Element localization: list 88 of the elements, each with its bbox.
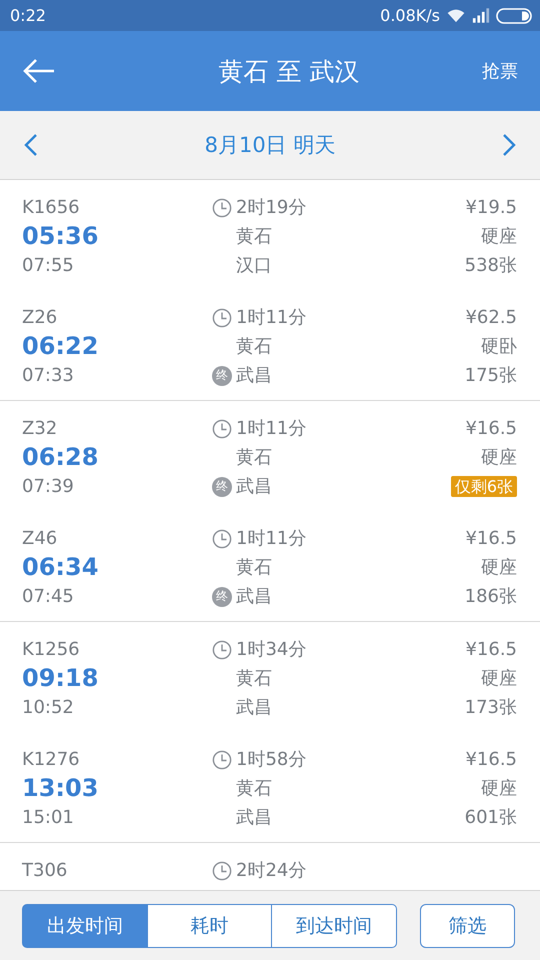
price: ¥16.5 (465, 417, 517, 441)
train-row[interactable]: Z32 06:28 07:39 1时11分 黄石 终 武昌 ¥16.5 硬座 仅剩6张 (0, 401, 540, 511)
duration: 2时19分 (236, 196, 306, 220)
price: ¥16.5 (465, 748, 517, 772)
terminal-badge: 终 (212, 476, 232, 496)
duration: 1时58分 (236, 748, 306, 772)
previous-day-button[interactable] (24, 133, 38, 157)
ticket-count: 173张 (464, 696, 517, 720)
train-row[interactable]: K1256 09:18 10:52 1时34分 黄石 武昌 ¥16.5 硬座 173张 (0, 622, 540, 732)
train-row[interactable]: Z46 06:34 07:45 1时11分 黄石 终 武昌 ¥16.5 硬座 186张 (0, 511, 540, 621)
battery-icon (496, 8, 532, 24)
train-number: Z46 (22, 527, 58, 551)
train-row[interactable]: K1276 13:03 15:01 1时58分 黄石 武昌 ¥16.5 硬座 601张 (0, 732, 540, 842)
origin-station: 黄石 (236, 556, 272, 580)
train-number: Z26 (22, 306, 58, 330)
grab-ticket-button[interactable]: 抢票 (482, 59, 518, 83)
train-number: K1276 (22, 748, 81, 772)
arrival-time: 10:52 (22, 696, 75, 720)
sort-tab[interactable]: 耗时 (146, 904, 272, 948)
departure-time: 06:22 (22, 332, 100, 361)
arrival-time: 07:33 (22, 364, 75, 388)
low-stock-badge: 仅剩6张 (450, 476, 517, 497)
departure-time: 05:36 (22, 222, 100, 251)
destination-station: 武昌 (236, 585, 272, 609)
duration: 1时11分 (236, 306, 306, 330)
next-day-button[interactable] (502, 133, 516, 157)
train-number: K1656 (22, 196, 81, 220)
date-label: 8月10日 明天 (204, 132, 336, 159)
clock-icon (212, 860, 232, 880)
origin-station: 黄石 (236, 777, 272, 801)
seat-type: 硬座 (481, 556, 517, 580)
seat-type: 硬座 (481, 446, 517, 470)
departure-time: 13:03 (22, 774, 100, 803)
seat-type: 硬卧 (481, 335, 517, 359)
ticket-count: 538张 (464, 254, 517, 278)
destination-station: 武昌 (236, 364, 272, 388)
status-time: 0:22 (10, 6, 46, 25)
train-row[interactable]: K1656 05:36 07:55 2时19分 黄石 汉口 ¥19.5 硬座 538张 (0, 180, 540, 290)
price: ¥16.5 (465, 638, 517, 662)
clock-icon (212, 418, 232, 438)
duration: 1时11分 (236, 417, 306, 441)
train-number: K1256 (22, 638, 81, 662)
sort-tab[interactable]: 出发时间 (22, 904, 148, 948)
train-number: Z32 (22, 417, 58, 441)
train-number: T306 (22, 859, 68, 883)
destination-station: 武昌 (236, 696, 272, 720)
clock-icon (212, 198, 232, 218)
ticket-count: 186张 (464, 585, 517, 609)
destination-station: 汉口 (236, 254, 272, 278)
ticket-count: 601张 (464, 806, 517, 830)
clock-icon (212, 640, 232, 660)
departure-time: 06:28 (22, 443, 100, 472)
clock-icon (212, 528, 232, 548)
wifi-icon (446, 8, 466, 23)
clock-icon (212, 750, 232, 770)
filter-button[interactable]: 筛选 (420, 904, 515, 948)
terminal-badge: 终 (212, 586, 232, 606)
clock-icon (212, 308, 232, 328)
seat-type: 硬座 (481, 777, 517, 801)
back-button[interactable] (22, 58, 56, 84)
price: ¥16.5 (465, 527, 517, 551)
train-row[interactable]: Z26 06:22 07:33 1时11分 黄石 终 武昌 ¥62.5 硬卧 175张 (0, 290, 540, 400)
duration: 2时24分 (236, 859, 306, 883)
origin-station: 黄石 (236, 335, 272, 359)
price: ¥62.5 (465, 306, 517, 330)
departure-time: 09:18 (22, 664, 100, 693)
destination-station: 武昌 (236, 475, 272, 499)
seat-type: 硬座 (481, 225, 517, 249)
arrival-time: 15:01 (22, 806, 75, 830)
page-title: 黄石 至 武汉 (218, 56, 360, 88)
duration: 1时34分 (236, 638, 306, 662)
origin-station: 黄石 (236, 225, 272, 249)
origin-station: 黄石 (236, 446, 272, 470)
train-row[interactable]: T306 2时24分 (0, 843, 540, 890)
origin-station: 黄石 (236, 667, 272, 691)
sort-tab[interactable]: 到达时间 (271, 904, 397, 948)
signal-icon (472, 8, 490, 23)
terminal-badge: 终 (212, 366, 232, 386)
arrival-time: 07:45 (22, 585, 75, 609)
departure-time: 06:34 (22, 553, 100, 582)
arrival-time: 07:55 (22, 254, 75, 278)
price: ¥19.5 (465, 196, 517, 220)
ticket-count: 175张 (464, 364, 517, 388)
destination-station: 武昌 (236, 806, 272, 830)
seat-type: 硬座 (481, 667, 517, 691)
network-speed: 0.08K/s (380, 6, 440, 25)
arrival-time: 07:39 (22, 475, 75, 499)
duration: 1时11分 (236, 527, 306, 551)
